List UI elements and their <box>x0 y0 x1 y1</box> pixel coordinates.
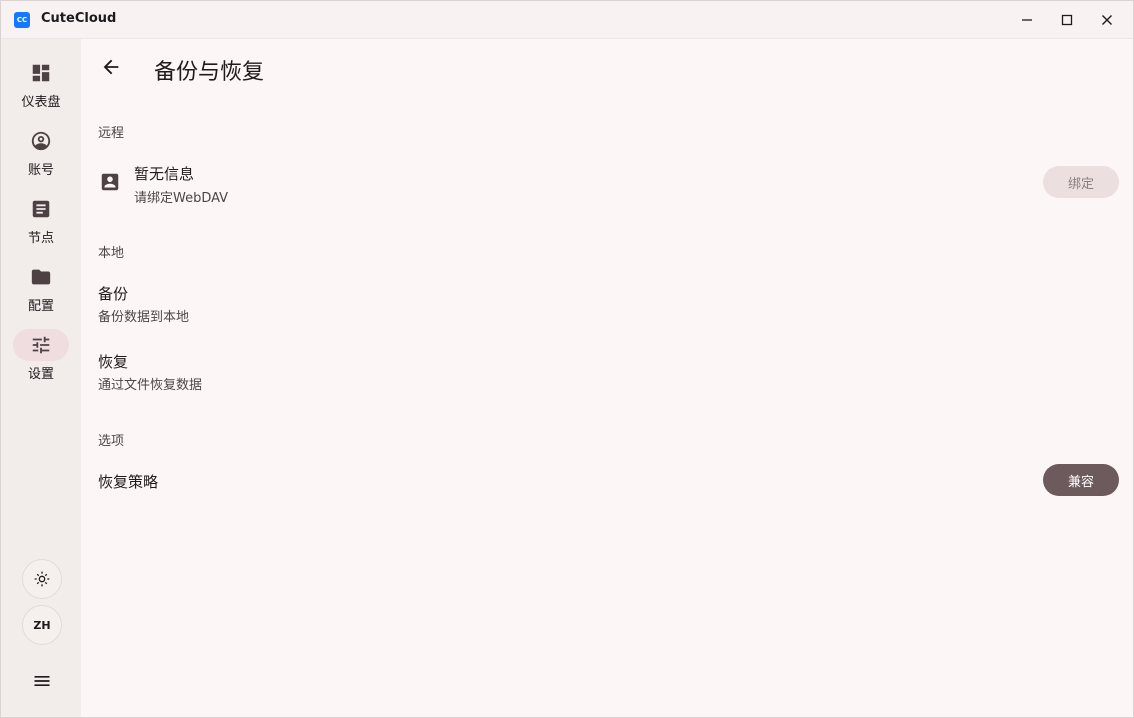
nav-label: 配置 <box>27 299 54 314</box>
nodes-icon <box>32 200 50 218</box>
nav-label: 账号 <box>27 163 54 178</box>
remote-title: 暂无信息 <box>134 165 195 183</box>
maximize-button[interactable] <box>1047 1 1087 39</box>
bind-webdav-button[interactable]: 绑定 <box>1043 166 1119 198</box>
minimize-button[interactable] <box>1007 1 1047 39</box>
nav-indicator <box>13 261 69 293</box>
menu-icon <box>34 676 50 686</box>
restore-title: 恢复 <box>98 353 129 371</box>
nav-item-dashboard[interactable]: 仪表盘 <box>1 57 81 123</box>
nav-item-account[interactable]: 账号 <box>1 125 81 191</box>
title-bar: CC CuteCloud <box>1 1 1133 39</box>
nav-item-nodes[interactable]: 节点 <box>1 193 81 259</box>
app-title: CuteCloud <box>41 11 117 26</box>
backup-subtitle: 备份数据到本地 <box>98 310 190 325</box>
close-button[interactable] <box>1087 1 1127 39</box>
back-button[interactable] <box>95 51 127 83</box>
navigation-rail: 仪表盘 账号 节点 配置 设置 ZH <box>1 39 81 717</box>
maximize-icon <box>1061 14 1073 26</box>
restore-strategy-button[interactable]: 兼容 <box>1043 464 1119 496</box>
backup-title: 备份 <box>98 285 129 303</box>
account-icon <box>31 131 51 151</box>
settings-tune-icon <box>32 336 50 354</box>
nav-item-profiles[interactable]: 配置 <box>1 261 81 327</box>
dashboard-icon <box>32 64 50 82</box>
nav-label: 节点 <box>27 231 54 246</box>
nav-indicator <box>13 193 69 225</box>
app-logo-icon: CC <box>14 12 30 28</box>
restore-strategy-title: 恢复策略 <box>98 473 159 491</box>
folder-icon <box>31 269 51 285</box>
nav-indicator <box>13 125 69 157</box>
nav-indicator <box>13 57 69 89</box>
section-title-options: 选项 <box>98 434 125 449</box>
section-title-remote: 远程 <box>98 126 125 141</box>
app-window: CC CuteCloud 仪表盘 账号 节点 配置 设置 ZH 备份与恢复 远程… <box>0 0 1134 718</box>
brightness-icon <box>34 571 50 587</box>
language-button[interactable]: ZH <box>22 605 62 645</box>
close-icon <box>1102 15 1112 25</box>
minimize-icon <box>1022 19 1032 21</box>
remote-subtitle: 请绑定WebDAV <box>134 191 229 206</box>
nav-label: 仪表盘 <box>21 95 61 110</box>
account-box-icon <box>101 173 119 191</box>
nav-item-settings[interactable]: 设置 <box>1 329 81 395</box>
arrow-back-icon <box>103 59 119 75</box>
page-title: 备份与恢复 <box>154 60 265 85</box>
main-content: 备份与恢复 远程 暂无信息 请绑定WebDAV 绑定 本地 备份 备份数据到本地… <box>81 39 1133 717</box>
nav-indicator-active <box>13 329 69 361</box>
section-title-local: 本地 <box>98 246 125 261</box>
nav-label: 设置 <box>27 367 54 382</box>
restore-subtitle: 通过文件恢复数据 <box>98 378 203 393</box>
menu-button[interactable] <box>22 661 62 701</box>
theme-toggle-button[interactable] <box>22 559 62 599</box>
